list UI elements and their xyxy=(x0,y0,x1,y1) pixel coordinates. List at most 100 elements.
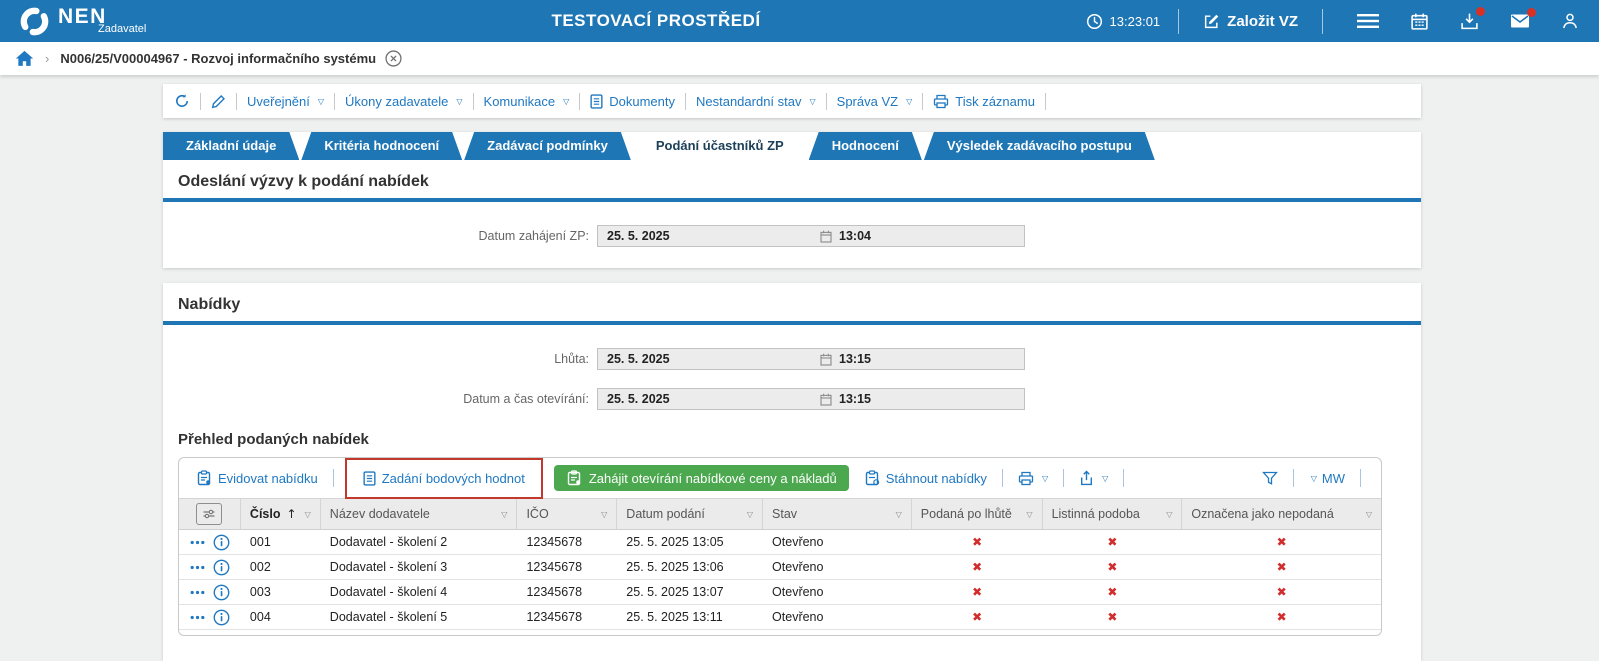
breadcrumb-record-tab[interactable]: N006/25/V00004967 - Rozvoj informačního … xyxy=(60,50,402,67)
menu-button[interactable] xyxy=(1355,11,1381,31)
print-table-button[interactable]: ▽ xyxy=(1012,470,1054,487)
profile-button[interactable] xyxy=(1559,10,1581,32)
menu-item-nestandardni-stav[interactable]: Nestandardní stav ▽ xyxy=(694,94,818,109)
column-header-datum-podani[interactable]: Datum podání ▽ xyxy=(617,499,764,529)
cross-icon: ✖ xyxy=(1107,560,1118,574)
menu-item-dokumenty[interactable]: Dokumenty xyxy=(588,94,677,109)
divider xyxy=(332,469,334,487)
column-header-nazev-dodavatele[interactable]: Název dodavatele ▽ xyxy=(321,499,518,529)
divider xyxy=(1292,469,1294,487)
tab-vysledek-zadavaciho-postupu[interactable]: Výsledek zadávacího postupu xyxy=(924,132,1155,160)
home-button[interactable] xyxy=(15,50,34,67)
offers-table-header: Číslo ↑ ▽ Název dodavatele ▽ IČO ▽ Datum… xyxy=(179,498,1381,530)
divider xyxy=(334,92,336,110)
table-row[interactable]: 003 Dodavatel - školení 4 12345678 25. 5… xyxy=(179,580,1381,605)
cell-stav: Otevřeno xyxy=(772,535,824,549)
row-actions-button[interactable] xyxy=(190,565,205,570)
menu-item-komunikace[interactable]: Komunikace ▽ xyxy=(482,94,572,109)
tab-hodnoceni[interactable]: Hodnocení xyxy=(809,132,922,160)
row-info-button[interactable] xyxy=(213,609,230,626)
column-label: Listinná podoba xyxy=(1051,507,1140,521)
column-header-oznacena-jako-nepodana[interactable]: Označena jako nepodaná ▽ xyxy=(1182,499,1381,529)
datetime-field-zahajeni[interactable]: 25. 5. 2025 13:04 xyxy=(597,225,1025,247)
filter-chevron-icon[interactable]: ▽ xyxy=(495,510,507,519)
menu-item-sprava-vz[interactable]: Správa VZ ▽ xyxy=(835,94,915,109)
column-header-podana-po-lhute[interactable]: Podaná po lhůtě ▽ xyxy=(912,499,1043,529)
cell-cislo: 001 xyxy=(249,535,271,549)
filter-chevron-icon[interactable]: ▽ xyxy=(1160,510,1172,519)
cross-icon: ✖ xyxy=(1276,610,1287,624)
tab-zakladni-udaje[interactable]: Základní údaje xyxy=(163,132,299,160)
section-rule xyxy=(163,198,1421,202)
chevron-down-icon: ▽ xyxy=(906,96,913,106)
cell-cislo: 003 xyxy=(249,585,271,599)
close-record-button[interactable] xyxy=(385,50,402,67)
column-header-cislo[interactable]: Číslo ↑ ▽ xyxy=(241,499,321,529)
column-header-listinna-podoba[interactable]: Listinná podoba ▽ xyxy=(1043,499,1183,529)
button-label: Zadání bodových hodnot xyxy=(381,470,525,486)
row-info-button[interactable] xyxy=(213,534,230,551)
menu-item-uverejneni[interactable]: Uveřejnění ▽ xyxy=(245,94,326,109)
column-label: Datum podání xyxy=(626,507,705,521)
register-offer-button[interactable]: Evidovat nabídku xyxy=(190,469,324,487)
enter-scores-button[interactable]: Zadání bodových hodnot xyxy=(357,470,531,487)
column-label: Název dodavatele xyxy=(329,507,430,521)
row-info-button[interactable] xyxy=(213,584,230,601)
refresh-button[interactable] xyxy=(172,93,192,109)
field-label: Datum a čas otevírání: xyxy=(463,392,589,406)
edit-record-button[interactable] xyxy=(209,94,228,109)
table-row[interactable]: 004 Dodavatel - školení 5 12345678 25. 5… xyxy=(179,605,1381,630)
divider xyxy=(579,92,581,110)
mw-view-button[interactable]: ▽ MW xyxy=(1303,470,1351,487)
create-vz-label: Založit VZ xyxy=(1227,12,1298,30)
filter-chevron-icon[interactable]: ▽ xyxy=(890,510,902,519)
edit-square-icon xyxy=(1203,13,1220,30)
nen-logo[interactable]: NEN Zadavatel xyxy=(18,5,146,38)
calendar-button[interactable] xyxy=(1408,10,1431,33)
tab-zadavaci-podminky[interactable]: Zadávací podmínky xyxy=(464,132,631,160)
datetime-field-lhuta[interactable]: 25. 5. 2025 13:15 xyxy=(597,348,1025,370)
export-button[interactable]: ▽ xyxy=(1073,469,1114,487)
top-header: NEN Zadavatel TESTOVACÍ PROSTŘEDÍ 13:23:… xyxy=(0,0,1599,42)
filter-chevron-icon[interactable]: ▽ xyxy=(1360,510,1372,519)
row-actions-button[interactable] xyxy=(190,540,205,545)
create-vz-button[interactable]: Založit VZ xyxy=(1197,12,1304,31)
filter-button[interactable] xyxy=(1256,470,1284,487)
row-actions-button[interactable] xyxy=(190,590,205,595)
field-label: Lhůta: xyxy=(554,352,589,366)
downloads-button[interactable] xyxy=(1458,6,1485,33)
filter-chevron-icon[interactable]: ▽ xyxy=(741,510,753,519)
download-offers-button[interactable]: Stáhnout nabídky xyxy=(858,469,993,487)
filter-chevron-icon[interactable]: ▽ xyxy=(299,510,311,519)
tab-podani-ucastniku-zp[interactable]: Podání účastníků ZP xyxy=(633,132,807,160)
messages-button[interactable] xyxy=(1508,8,1536,31)
datetime-field-otevirani[interactable]: 25. 5. 2025 13:15 xyxy=(597,388,1025,410)
field-row-oteviranani: Datum a čas otevírání: 25. 5. 2025 13:15 xyxy=(163,388,1421,410)
date-value: 25. 5. 2025 xyxy=(607,229,670,243)
printer-icon xyxy=(1018,471,1034,486)
table-row[interactable]: 001 Dodavatel - školení 2 12345678 25. 5… xyxy=(179,530,1381,555)
chevron-right-icon: › xyxy=(45,51,50,66)
filter-chevron-icon[interactable]: ▽ xyxy=(595,510,607,519)
start-opening-prices-button[interactable]: Zahájit otevírání nabídkové ceny a nákla… xyxy=(553,465,849,491)
row-actions-button[interactable] xyxy=(190,615,205,620)
column-header-ico[interactable]: IČO ▽ xyxy=(517,499,618,529)
cell-ico: 12345678 xyxy=(526,535,583,549)
table-row[interactable]: 002 Dodavatel - školení 3 12345678 25. 5… xyxy=(179,555,1381,580)
tab-kriteria-hodnoceni[interactable]: Kritéria hodnocení xyxy=(301,132,462,160)
cell-nazev-dodavatele: Dodavatel - školení 2 xyxy=(329,535,448,549)
chevron-down-icon: ▽ xyxy=(1102,473,1109,483)
menu-item-ukony-zadavatele[interactable]: Úkony zadavatele ▽ xyxy=(343,94,465,109)
filter-chevron-icon[interactable]: ▽ xyxy=(1020,510,1032,519)
column-settings-button[interactable] xyxy=(179,499,241,529)
cell-cislo: 004 xyxy=(249,610,271,624)
divider xyxy=(1063,469,1065,487)
divider xyxy=(236,92,237,110)
row-info-button[interactable] xyxy=(213,559,230,576)
column-header-stav[interactable]: Stav ▽ xyxy=(763,499,912,529)
offers-toolbar: Evidovat nabídku Zadání bodových hodnot xyxy=(179,457,1381,499)
cell-stav: Otevřeno xyxy=(772,560,824,574)
menu-item-tisk-zaznamu[interactable]: Tisk záznamu xyxy=(931,94,1037,109)
section-title-offers: Nabídky xyxy=(178,296,241,313)
cross-icon: ✖ xyxy=(972,610,983,624)
